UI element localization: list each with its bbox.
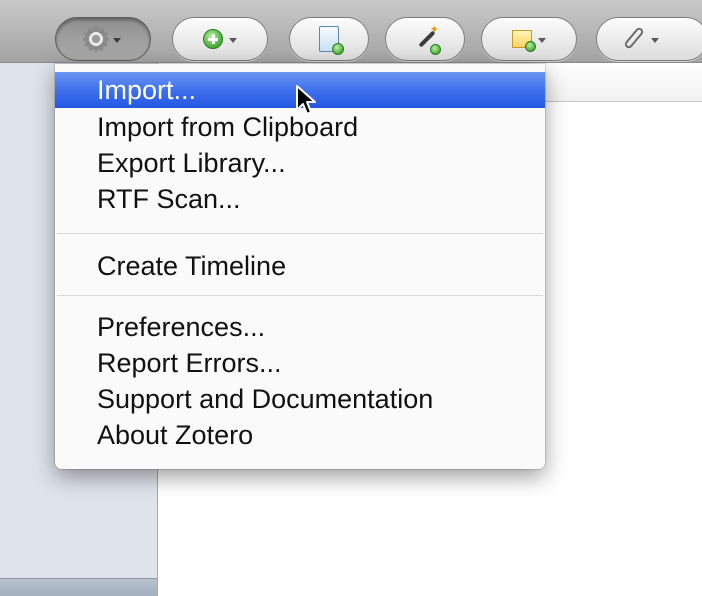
collections-pane-footer (0, 578, 157, 596)
gear-icon (83, 26, 109, 52)
toolbar: ✦ (0, 0, 702, 63)
menu-separator (57, 233, 543, 234)
menu-item-rtf-scan[interactable]: RTF Scan... (55, 181, 545, 217)
attachment-button[interactable] (596, 17, 702, 61)
actions-dropdown-menu: Import... Import from Clipboard Export L… (55, 64, 545, 469)
menu-item-create-timeline[interactable]: Create Timeline (55, 248, 545, 284)
new-note-button[interactable] (481, 17, 577, 61)
chevron-down-icon (651, 37, 659, 43)
magic-wand-icon: ✦ (413, 23, 441, 55)
new-item-button[interactable] (172, 17, 268, 61)
magic-wand-button[interactable]: ✦ (385, 17, 465, 61)
menu-separator (57, 295, 543, 296)
note-plus-icon (512, 30, 536, 52)
menu-item-support-and-documentation[interactable]: Support and Documentation (55, 381, 545, 417)
chevron-down-icon (229, 37, 237, 43)
plus-icon (203, 29, 223, 49)
menu-item-report-errors[interactable]: Report Errors... (55, 345, 545, 381)
add-item-by-identifier-button[interactable] (289, 17, 369, 61)
paperclip-icon (623, 26, 645, 50)
chevron-down-icon (538, 37, 546, 43)
menu-item-export-library[interactable]: Export Library... (55, 145, 545, 181)
chevron-down-icon (113, 37, 121, 43)
document-plus-icon (319, 26, 344, 55)
mouse-cursor-icon (296, 85, 316, 115)
actions-menu-button[interactable] (55, 17, 151, 61)
menu-item-preferences[interactable]: Preferences... (55, 309, 545, 345)
menu-item-about-zotero[interactable]: About Zotero (55, 417, 545, 453)
